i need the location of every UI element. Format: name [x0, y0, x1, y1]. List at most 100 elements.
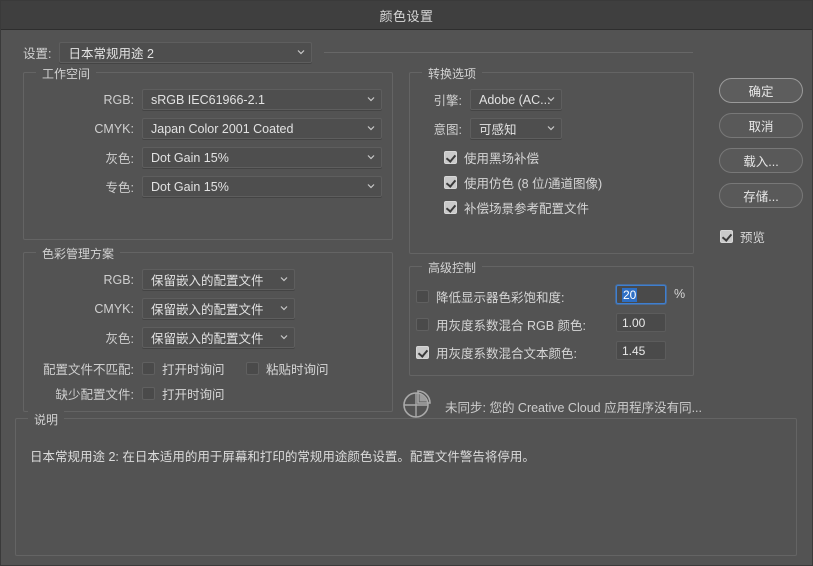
- input-value-desaturate-monitor-colors: 20: [622, 287, 638, 302]
- chevron-down-icon: [297, 48, 305, 56]
- working-space-value-gray: Dot Gain 15%: [151, 150, 229, 165]
- checkbox-preview[interactable]: [720, 230, 733, 243]
- policy-dropdown-rgb[interactable]: 保留嵌入的配置文件: [142, 269, 295, 290]
- chevron-down-icon: [547, 124, 555, 132]
- checkbox-label-ask-when-opening-mismatch: 打开时询问: [162, 363, 225, 377]
- checkbox-ask-when-pasting[interactable]: [246, 362, 259, 375]
- title-bar: 颜色设置: [1, 1, 812, 30]
- checkbox-ask-when-opening-missing[interactable]: [142, 387, 155, 400]
- checkbox-row-blend-text-colors-using-gamma[interactable]: 用灰度系数混合文本颜色:: [416, 343, 577, 362]
- working-space-value-rgb: sRGB IEC61966-2.1: [151, 92, 265, 107]
- chevron-down-icon: [367, 182, 375, 190]
- checkbox-row-desaturate-monitor-colors[interactable]: 降低显示器色彩饱和度:: [416, 287, 564, 306]
- checkbox-row-ask-when-opening-mismatch[interactable]: 打开时询问: [142, 359, 225, 378]
- checkbox-row-ask-when-opening-missing[interactable]: 打开时询问: [142, 384, 225, 403]
- conversion-options-group: 转换选项 引擎: Adobe (AC... 意图: 可感知 使用黑场补偿 使用仿…: [409, 65, 694, 254]
- checkbox-blend-text-colors-using-gamma[interactable]: [416, 346, 429, 359]
- checkbox-row-ask-when-pasting[interactable]: 粘贴时询问: [246, 359, 329, 378]
- window-title: 颜色设置: [379, 8, 434, 24]
- working-space-dropdown-cmyk[interactable]: Japan Color 2001 Coated: [142, 118, 382, 139]
- color-management-group: 色彩管理方案 RGB: 保留嵌入的配置文件 CMYK: 保留嵌入的配置文件 灰色…: [23, 245, 393, 412]
- missing-profiles-label: 缺少配置文件:: [55, 388, 134, 402]
- working-space-dropdown-gray[interactable]: Dot Gain 15%: [142, 147, 382, 168]
- working-spaces-label: 工作空间: [36, 65, 97, 82]
- working-space-row-spot: 专色: Dot Gain 15%: [24, 176, 382, 197]
- cancel-button[interactable]: 取消: [719, 113, 803, 138]
- settings-label: 设置:: [23, 47, 52, 61]
- checkbox-label-blend-rgb-colors-using-gamma: 用灰度系数混合 RGB 颜色:: [436, 319, 587, 333]
- engine-row: 引擎: Adobe (AC...: [418, 89, 562, 110]
- checkbox-label-use-dither: 使用仿色 (8 位/通道图像): [464, 177, 603, 191]
- engine-dropdown[interactable]: Adobe (AC...: [470, 89, 562, 110]
- checkbox-desaturate-monitor-colors[interactable]: [416, 290, 429, 303]
- checkbox-black-point-compensation[interactable]: [444, 151, 457, 164]
- working-space-row-rgb: RGB: sRGB IEC61966-2.1: [24, 89, 382, 110]
- working-space-row-cmyk: CMYK: Japan Color 2001 Coated: [24, 118, 382, 139]
- checkbox-use-dither[interactable]: [444, 176, 457, 189]
- chevron-down-icon: [547, 95, 555, 103]
- engine-value: Adobe (AC...: [479, 92, 551, 107]
- load-button-label: 载入...: [743, 155, 779, 169]
- policy-label-cmyk: CMYK:: [94, 301, 134, 316]
- policy-row-gray: 灰色: 保留嵌入的配置文件: [24, 327, 382, 348]
- settings-rule: [324, 52, 693, 53]
- working-space-value-cmyk: Japan Color 2001 Coated: [151, 121, 294, 136]
- intent-row: 意图: 可感知: [418, 118, 562, 139]
- checkbox-label-desaturate-monitor-colors: 降低显示器色彩饱和度:: [436, 291, 565, 305]
- working-space-value-spot: Dot Gain 15%: [151, 179, 229, 194]
- checkbox-compensate-scene-referred[interactable]: [444, 201, 457, 214]
- settings-dropdown-value: 日本常规用途 2: [68, 47, 154, 61]
- advanced-controls-label: 高级控制: [422, 259, 483, 276]
- description-text: 日本常规用途 2: 在日本适用的用于屏幕和打印的常规用途颜色设置。配置文件警告将…: [30, 450, 535, 464]
- policy-value-rgb: 保留嵌入的配置文件: [151, 274, 264, 288]
- checkbox-row-black-point-compensation[interactable]: 使用黑场补偿: [444, 148, 539, 167]
- input-blend-text-gamma[interactable]: 1.45: [616, 341, 666, 360]
- cancel-button-label: 取消: [748, 120, 774, 134]
- intent-value: 可感知: [479, 123, 517, 137]
- chevron-down-icon: [280, 275, 288, 283]
- policy-dropdown-gray[interactable]: 保留嵌入的配置文件: [142, 327, 295, 348]
- checkbox-row-compensate-scene-referred[interactable]: 补偿场景参考配置文件: [444, 198, 589, 217]
- input-desaturate-monitor-colors[interactable]: 20: [616, 285, 666, 304]
- load-button[interactable]: 载入...: [719, 148, 803, 173]
- dialog-body: 设置: 日本常规用途 2 工作空间 RGB: sRGB IEC61966-2.1: [1, 30, 812, 565]
- checkbox-row-blend-rgb-colors-using-gamma[interactable]: 用灰度系数混合 RGB 颜色:: [416, 315, 586, 334]
- description-label: 说明: [28, 411, 65, 428]
- working-space-row-gray: 灰色: Dot Gain 15%: [24, 147, 382, 168]
- checkbox-label-preview: 预览: [740, 231, 766, 245]
- conversion-options-label: 转换选项: [422, 65, 483, 82]
- checkbox-ask-when-opening-mismatch[interactable]: [142, 362, 155, 375]
- checkbox-label-compensate-scene-referred: 补偿场景参考配置文件: [464, 202, 590, 216]
- intent-label: 意图:: [433, 123, 462, 137]
- chevron-down-icon: [367, 153, 375, 161]
- input-blend-rgb-gamma[interactable]: 1.00: [616, 313, 666, 332]
- settings-dropdown[interactable]: 日本常规用途 2: [59, 42, 313, 63]
- ok-button-label: 确定: [748, 85, 774, 99]
- checkbox-row-preview[interactable]: 预览: [720, 227, 765, 246]
- advanced-controls-group: 高级控制 降低显示器色彩饱和度: 20 % 用灰度系数混合 RGB 颜色: 1.…: [409, 259, 694, 376]
- policy-dropdown-cmyk[interactable]: 保留嵌入的配置文件: [142, 298, 295, 319]
- policy-label-rgb: RGB:: [103, 272, 134, 287]
- working-space-label-cmyk: CMYK:: [94, 121, 134, 136]
- policy-label-gray: 灰色:: [105, 332, 134, 346]
- intent-dropdown[interactable]: 可感知: [470, 118, 562, 139]
- chevron-down-icon: [367, 95, 375, 103]
- color-management-label: 色彩管理方案: [36, 245, 121, 262]
- working-space-label-spot: 专色:: [105, 181, 134, 195]
- engine-label: 引擎:: [433, 94, 462, 108]
- working-space-dropdown-spot[interactable]: Dot Gain 15%: [142, 176, 382, 197]
- input-value-blend-text-gamma: 1.45: [622, 343, 646, 358]
- profile-mismatch-label: 配置文件不匹配:: [43, 363, 134, 377]
- checkbox-blend-rgb-colors-using-gamma[interactable]: [416, 318, 429, 331]
- checkbox-label-blend-text-colors-using-gamma: 用灰度系数混合文本颜色:: [436, 347, 577, 361]
- chevron-down-icon: [280, 304, 288, 312]
- sync-status-text: 未同步: 您的 Creative Cloud 应用程序没有同...: [445, 401, 702, 415]
- checkbox-row-use-dither[interactable]: 使用仿色 (8 位/通道图像): [444, 173, 602, 192]
- policy-row-cmyk: CMYK: 保留嵌入的配置文件: [24, 298, 382, 319]
- save-button[interactable]: 存储...: [719, 183, 803, 208]
- color-settings-dialog: 颜色设置 设置: 日本常规用途 2 工作空间 RGB: sRGB IEC6196…: [0, 0, 813, 566]
- chevron-down-icon: [367, 124, 375, 132]
- checkbox-label-ask-when-opening-missing: 打开时询问: [162, 388, 225, 402]
- ok-button[interactable]: 确定: [719, 78, 803, 103]
- working-space-dropdown-rgb[interactable]: sRGB IEC61966-2.1: [142, 89, 382, 110]
